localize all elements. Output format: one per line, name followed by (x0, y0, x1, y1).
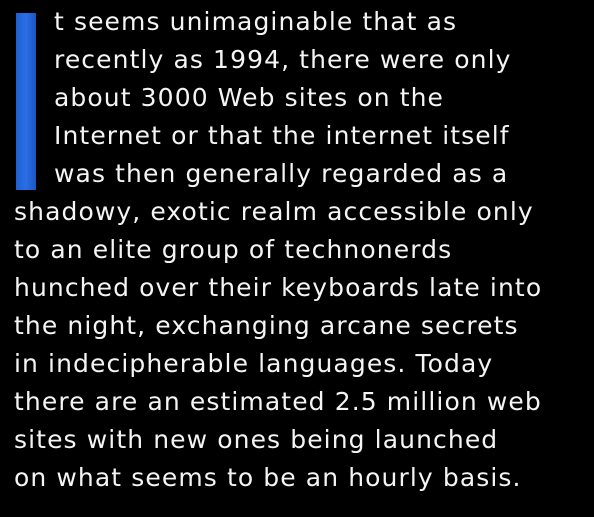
text-line-11: there are an estimated 2.5 million web (14, 387, 542, 416)
text-line-6: shadowy, exotic realm accessible only (14, 197, 534, 226)
text-line-12: sites with new ones being launched (14, 425, 499, 454)
text-line-13: on what seems to be an hourly basis. (14, 463, 522, 492)
text-line-2: recently as 1994, there were only (54, 45, 512, 74)
text-line-10: in indecipherable languages. Today (14, 349, 494, 378)
text-line-4: Internet or that the internet itself (54, 121, 510, 150)
text-line-5: was then generally regarded as a (54, 159, 509, 188)
text-line-1: t seems unimaginable that as (54, 7, 458, 36)
drop-cap-letter-i (16, 13, 36, 190)
article-page: t seems unimaginable that as recently as… (0, 0, 594, 517)
text-line-3: about 3000 Web sites on the (54, 83, 445, 112)
text-line-7: to an elite group of technonerds (14, 235, 453, 264)
text-line-8: hunched over their keyboards late into (14, 273, 543, 302)
text-line-9: the night, exchanging arcane secrets (14, 311, 519, 340)
